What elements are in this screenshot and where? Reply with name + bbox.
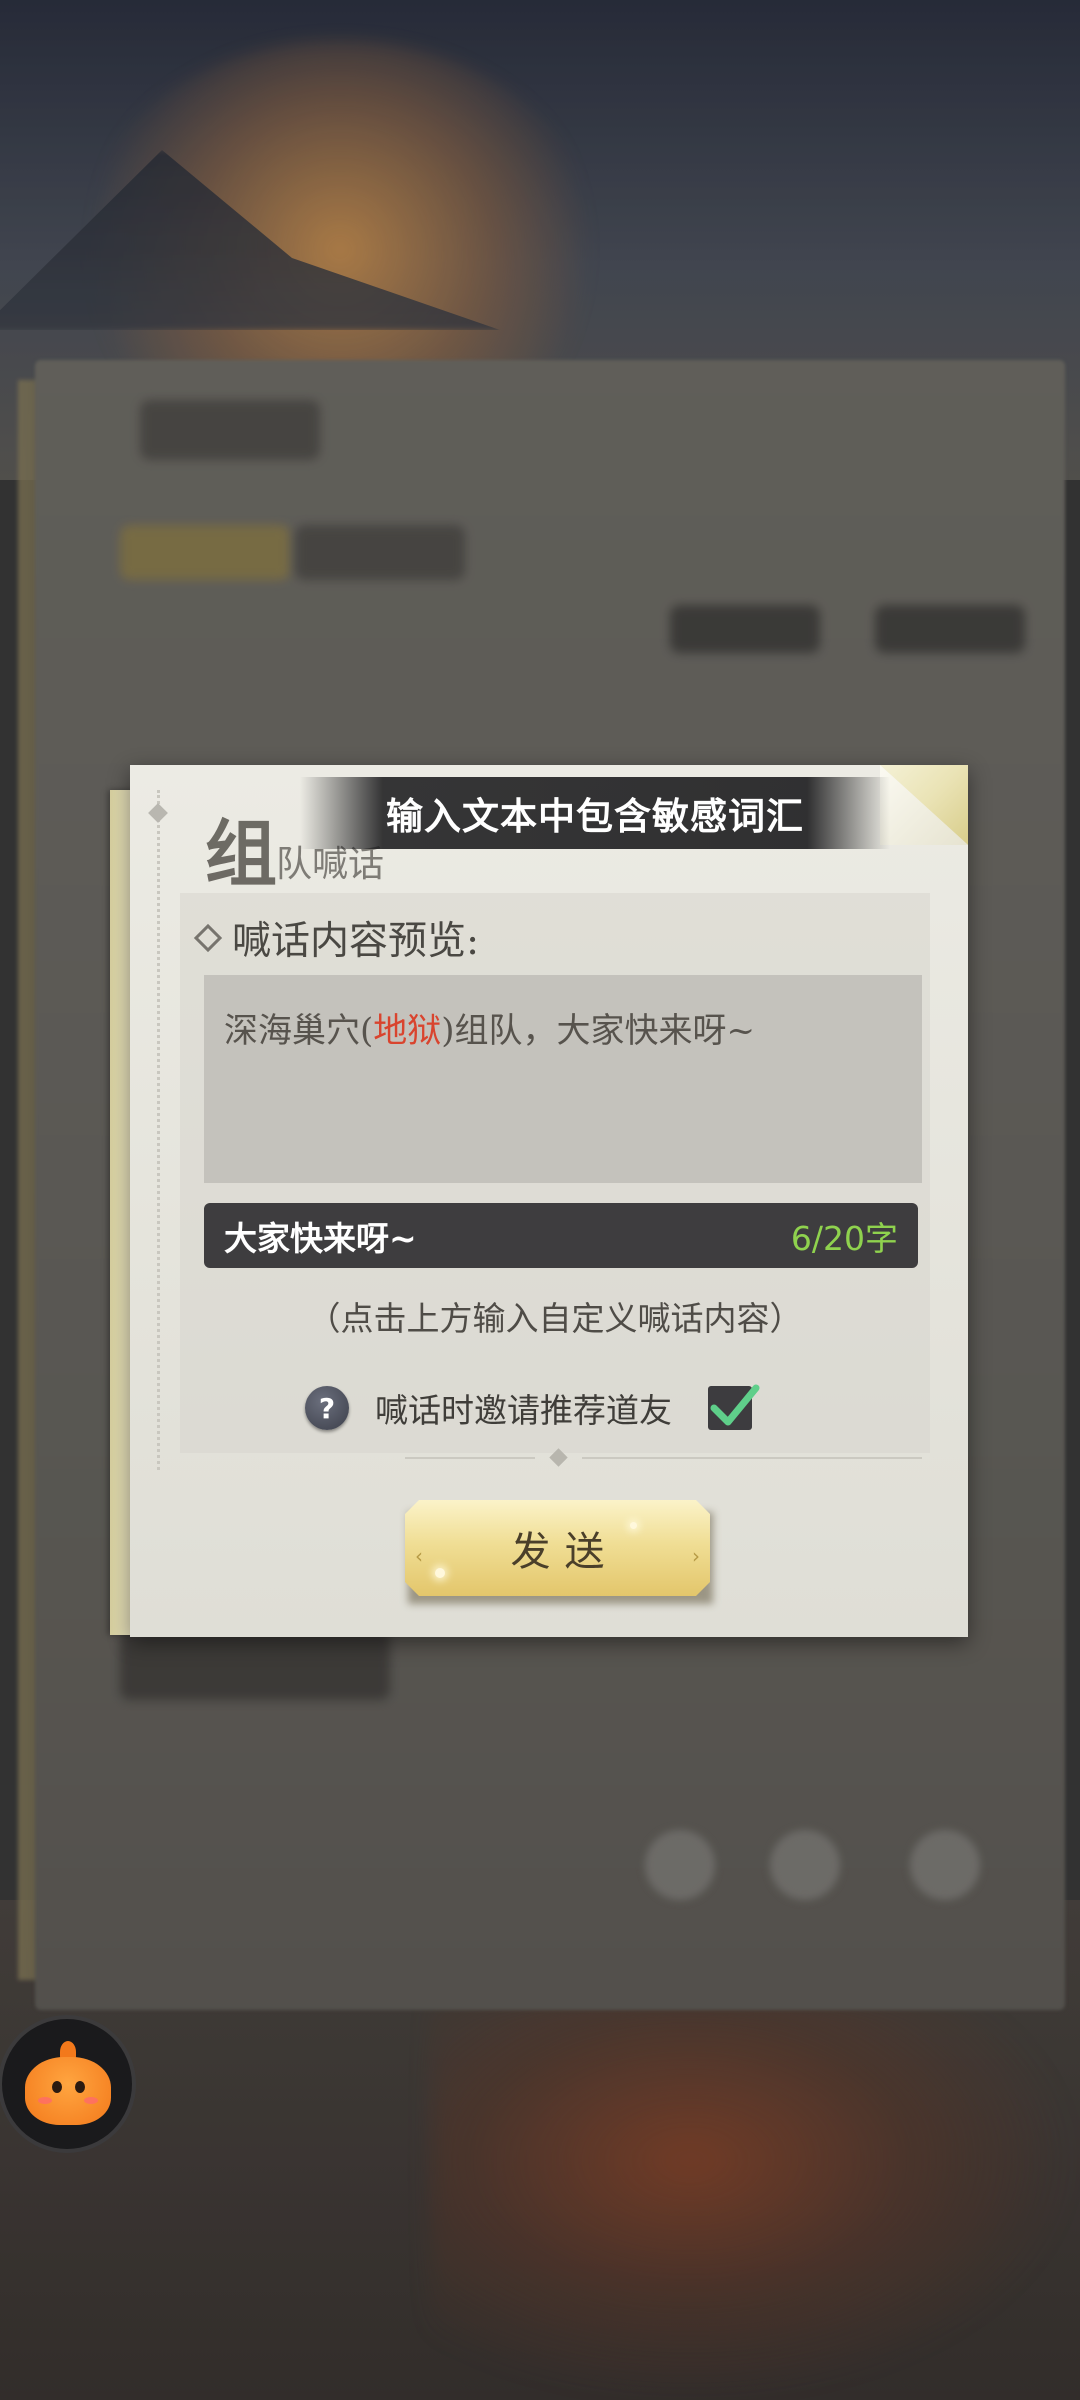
message-preview: 深海巢穴(地狱)组队，大家快来呀~ bbox=[204, 975, 922, 1183]
preview-text-after: )组队，大家快来呀~ bbox=[441, 1011, 756, 1051]
divider-right bbox=[582, 1457, 922, 1459]
dialog-dotted-border bbox=[157, 790, 160, 1470]
custom-message-input[interactable]: 大家快来呀~ 6/20字 bbox=[204, 1203, 918, 1268]
divider-left bbox=[405, 1457, 535, 1459]
chevron-left-icon: ‹ bbox=[415, 1544, 423, 1568]
invite-friends-row: ? 喊话时邀请推荐道友 bbox=[305, 1380, 760, 1436]
sensitive-word: 地狱 bbox=[373, 1011, 442, 1051]
sparkle-icon bbox=[630, 1522, 637, 1529]
input-hint: （点击上方输入自定义喊话内容） bbox=[307, 1299, 803, 1338]
send-button[interactable]: ‹ 发送 › bbox=[405, 1500, 710, 1596]
question-mark-icon[interactable]: ? bbox=[305, 1386, 349, 1430]
checkmark-icon bbox=[710, 1384, 760, 1426]
character-counter: 6/20字 bbox=[790, 1218, 898, 1258]
diamond-bullet-icon bbox=[193, 923, 223, 953]
sensitive-word-alert: 输入文本中包含敏感词汇 bbox=[300, 777, 890, 849]
dialog-title-char: 组 bbox=[205, 811, 278, 896]
assistant-float-button[interactable] bbox=[2, 2019, 132, 2149]
preview-text-before: 深海巢穴( bbox=[224, 1011, 374, 1051]
invite-friends-checkbox[interactable] bbox=[708, 1384, 760, 1430]
invite-friends-label: 喊话时邀请推荐道友 bbox=[375, 1391, 672, 1430]
preview-section-label: 喊话内容预览: bbox=[193, 910, 480, 966]
sparkle-icon bbox=[435, 1568, 445, 1578]
custom-message-value: 大家快来呀~ bbox=[224, 1218, 417, 1258]
preview-section-label-text: 喊话内容预览: bbox=[232, 919, 480, 964]
chevron-right-icon: › bbox=[692, 1544, 700, 1568]
send-button-label: 发送 bbox=[510, 1529, 619, 1575]
